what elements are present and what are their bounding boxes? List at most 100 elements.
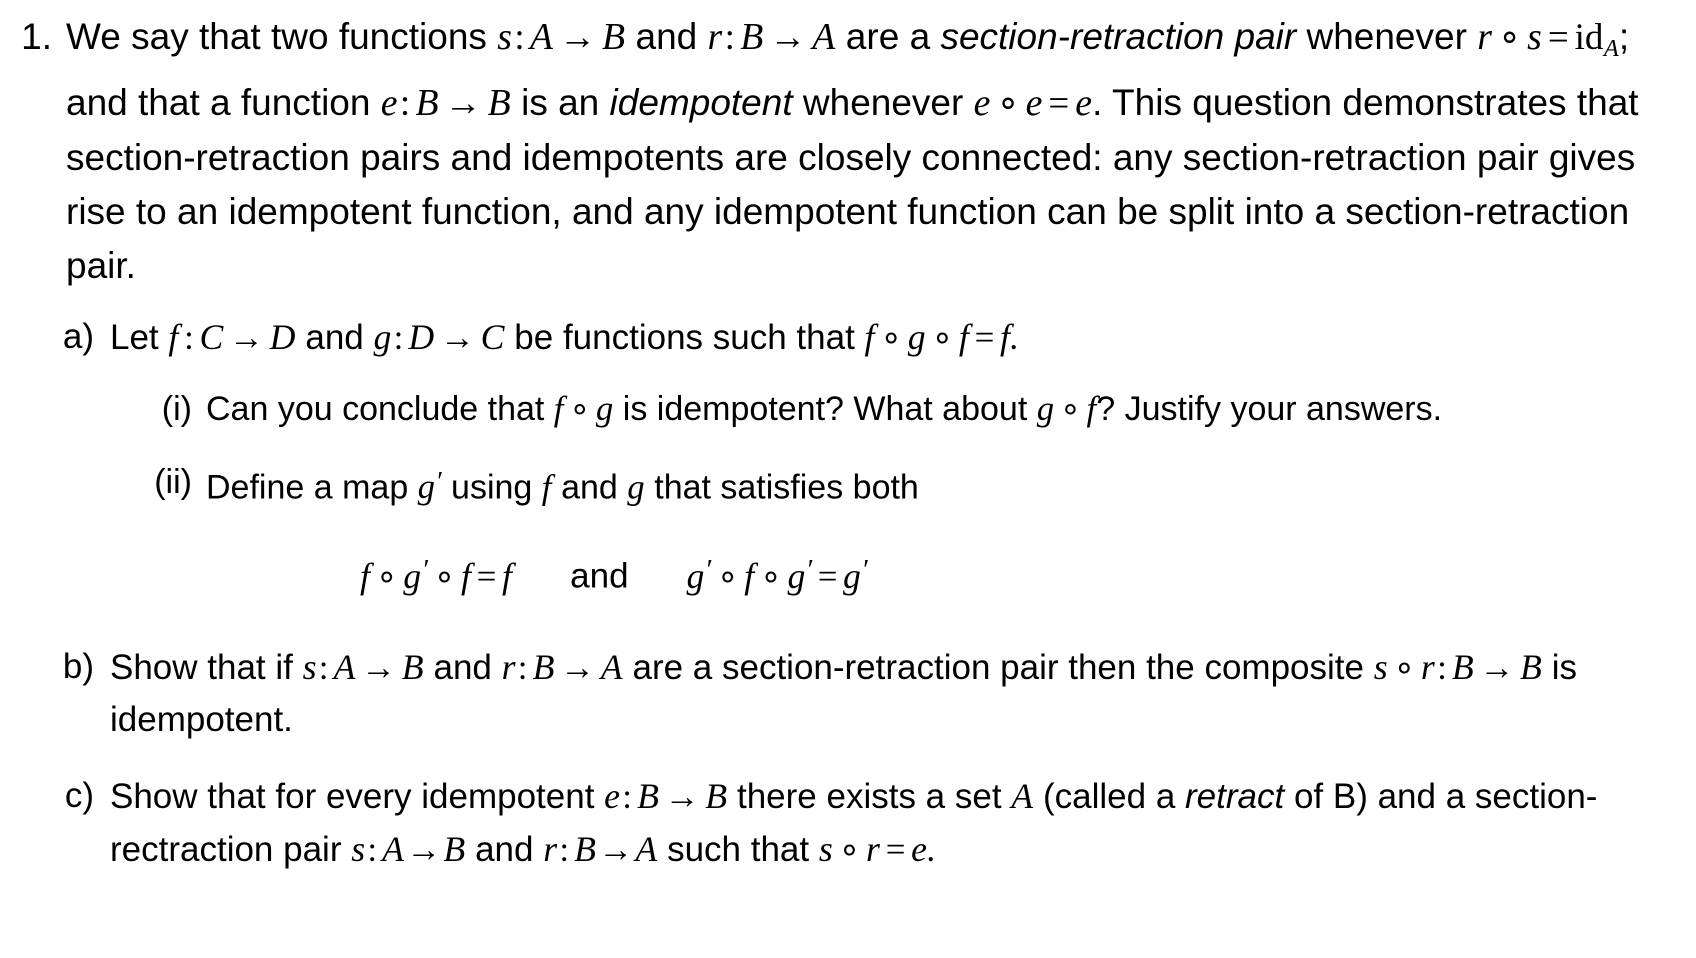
math-set-B: B	[443, 828, 466, 869]
math-e: e	[1025, 81, 1043, 124]
math-f: f	[864, 316, 875, 357]
math-compose: ∘	[375, 556, 398, 596]
displayed-equation: f ∘ g′ ∘ f = f and g′ ∘ f ∘ g′ = g′	[110, 546, 1678, 601]
math-function-r: r	[543, 828, 558, 869]
math-identity-subscript: A	[1603, 34, 1619, 62]
math-set-D: D	[269, 316, 296, 357]
math-colon: :	[399, 82, 411, 124]
math-e: e	[911, 828, 928, 869]
math-set-B: B	[574, 828, 597, 869]
part-a-item-ii-marker: (ii)	[154, 462, 192, 501]
question-marker: 1.	[21, 16, 52, 57]
math-colon: :	[514, 17, 525, 58]
math-function-r: r	[707, 16, 723, 58]
part-c-segment-5: and	[465, 829, 544, 869]
math-s: s	[1527, 16, 1542, 58]
math-function-s: s	[497, 16, 513, 58]
math-arrow: →	[444, 82, 482, 124]
math-arrow: →	[406, 829, 442, 869]
item-i-segment-1: Can you conclude that	[206, 389, 554, 428]
part-b-segment-2: and	[423, 647, 502, 687]
math-colon: :	[517, 647, 528, 687]
intro-segment-6: is an	[510, 81, 610, 123]
math-function-s: s	[302, 646, 317, 687]
math-arrow: →	[439, 317, 475, 357]
math-g: g	[595, 388, 614, 428]
math-identity: id	[1574, 17, 1604, 58]
math-colon: :	[367, 829, 378, 869]
math-colon: :	[622, 776, 633, 816]
math-equals: =	[885, 829, 906, 869]
math-set-B: B	[1451, 646, 1474, 687]
math-equals: =	[974, 317, 995, 357]
math-compose: ∘	[433, 556, 456, 596]
item-i-segment-2: is idempotent? What about	[613, 389, 1037, 428]
math-g: g	[403, 555, 422, 596]
math-compose: ∘	[931, 317, 954, 357]
math-colon: :	[393, 317, 404, 357]
math-compose: ∘	[996, 82, 1020, 124]
part-a-item-ii-text: Define a map g′ using f and g that satis…	[206, 457, 1678, 512]
part-a-tail: be functions such that	[504, 317, 865, 357]
math-f: f	[360, 555, 371, 596]
math-function-e: e	[604, 775, 621, 816]
part-c: c) Show that for every idempotent e: B → B…	[48, 770, 1678, 876]
math-arrow: →	[1479, 647, 1515, 687]
math-compose: ∘	[838, 829, 861, 869]
part-a-item-i: (i) Can you conclude that f ∘ g is idempot…	[132, 384, 1678, 435]
math-s: s	[818, 828, 833, 869]
document-page: 1. We say that two functions s: A → B and …	[0, 0, 1696, 958]
math-set-A: A	[1011, 775, 1034, 816]
math-f: f	[958, 316, 970, 357]
part-c-segment-2: there exists a set	[727, 776, 1012, 816]
math-colon: :	[318, 647, 329, 687]
emphasis-idempotent: idempotent	[609, 81, 793, 123]
math-set-B: B	[532, 646, 555, 687]
emphasis-retract: retract	[1185, 776, 1285, 816]
item-i-segment-3: ? Justify your answers.	[1096, 389, 1443, 428]
math-prime: ′	[421, 554, 428, 587]
math-f: f	[460, 555, 472, 596]
part-a-mid: and	[295, 317, 374, 357]
math-r: r	[1477, 16, 1493, 58]
math-g: g	[627, 467, 645, 507]
math-f: f	[541, 467, 552, 507]
math-g: g	[907, 316, 926, 357]
math-set-A: A	[812, 16, 836, 58]
math-colon: :	[559, 829, 570, 869]
part-c-segment-1: Show that for every idempotent	[110, 776, 605, 816]
math-compose: ∘	[880, 317, 903, 357]
math-set-B: B	[740, 16, 764, 58]
emphasis-section-retraction-pair: section-retraction pair	[940, 16, 1297, 57]
math-set-B: B	[705, 775, 728, 816]
math-e: e	[973, 81, 991, 124]
math-function-f: f	[168, 316, 179, 357]
equation-conjunction: and	[570, 556, 629, 596]
math-compose: ∘	[759, 556, 782, 596]
math-g: g	[686, 555, 705, 596]
math-set-B: B	[401, 646, 424, 687]
math-g: g	[787, 555, 806, 596]
math-r: r	[1420, 646, 1435, 687]
math-compose: ∘	[1498, 17, 1522, 58]
part-c-segment-6: such that	[657, 829, 819, 869]
item-ii-segment-3: and	[551, 468, 628, 507]
math-g: g	[843, 555, 862, 596]
part-a-item-i-marker: (i)	[161, 389, 192, 428]
math-arrow: →	[560, 647, 596, 687]
part-a: a) Let f: C → D and g: D → C be functions suc…	[48, 311, 1678, 617]
math-equals: =	[1547, 17, 1569, 58]
equation-left-side: f ∘ g′ ∘ f = f	[360, 554, 513, 596]
math-s: s	[1373, 646, 1388, 687]
part-c-text: Show that for every idempotent e: B → B th…	[110, 770, 1678, 876]
math-arrow: →	[559, 17, 597, 58]
part-a-subitems: (i) Can you conclude that f ∘ g is idempot…	[110, 384, 1678, 601]
math-f: f	[502, 555, 513, 596]
intro-segment-4: whenever	[1296, 16, 1478, 57]
intro-segment-2: and	[625, 16, 708, 57]
math-period: .	[927, 828, 937, 869]
part-b-text: Show that if s: A → B and r: B → A are a sec…	[110, 641, 1678, 746]
math-prime: ′	[861, 554, 868, 587]
math-set-B: B	[601, 16, 626, 58]
math-set-A: A	[635, 828, 658, 869]
